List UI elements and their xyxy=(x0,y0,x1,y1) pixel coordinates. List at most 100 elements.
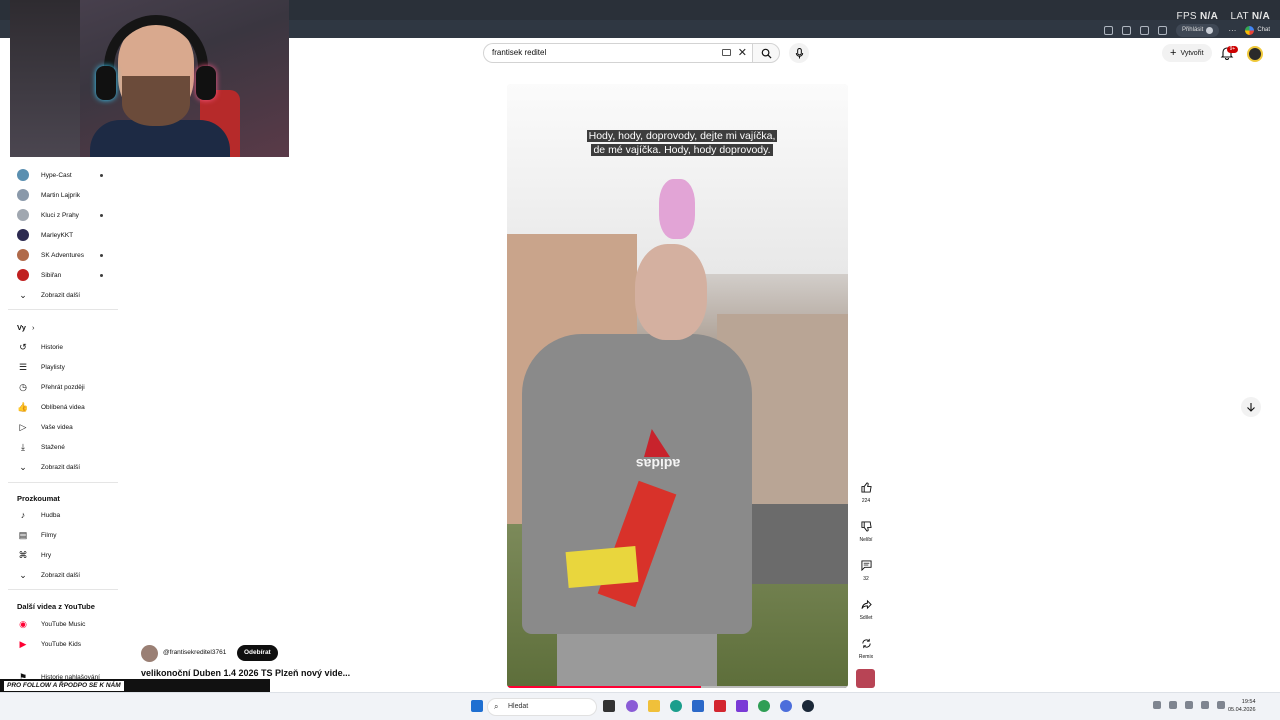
steam-icon[interactable] xyxy=(802,700,814,712)
tray-chevron-icon[interactable] xyxy=(1153,701,1161,709)
video-app-icon[interactable] xyxy=(714,700,726,712)
sidebar-item-youtube-kids[interactable]: ▶ YouTube Kids xyxy=(17,636,117,652)
create-button[interactable]: + Vytvořit xyxy=(1162,44,1212,62)
voice-search-button[interactable] xyxy=(789,43,809,63)
sidebar-item-liked-videos[interactable]: 👍 Oblíbená videa xyxy=(17,399,117,415)
channel-avatar xyxy=(17,269,29,281)
sidebar-item-downloads[interactable]: ⤓ Stažené xyxy=(17,439,117,455)
remix-button[interactable]: Remix xyxy=(855,634,877,660)
taskbar-clock[interactable]: 19:54 05.04.2026 xyxy=(1228,698,1256,714)
clear-search-icon[interactable]: ✕ xyxy=(738,45,747,61)
you-heading-label: Vy xyxy=(17,323,26,332)
edge-browser-icon[interactable] xyxy=(670,700,682,712)
caption-line-2: de mé vajíčka. Hody, hody doprovody. xyxy=(591,144,773,156)
channel-handle[interactable]: @frantisekreditel3761 xyxy=(163,649,226,656)
sidebar-explore-heading: Prozkoumat xyxy=(17,494,60,503)
video-bunny-ears xyxy=(659,179,695,239)
remix-icon xyxy=(855,634,877,652)
profile-icon xyxy=(1206,26,1214,34)
sidebar-item-label: Hudba xyxy=(41,511,61,519)
sidebar-show-more-explore[interactable]: ⌄ Zobrazit další xyxy=(17,567,117,583)
like-count: 224 xyxy=(861,498,871,504)
sidebar-item-label: YouTube Kids xyxy=(41,640,81,648)
sidebar-item-label: Playlisty xyxy=(41,363,65,371)
twitch-icon[interactable] xyxy=(736,700,748,712)
sidebar-item-movies[interactable]: ▤ Filmy xyxy=(17,527,117,543)
comments-button[interactable]: 32 xyxy=(855,556,877,582)
extensions-icon[interactable] xyxy=(1139,25,1149,35)
video-title[interactable]: velikonoční Duben 1.4 2026 TS Plzeň nový… xyxy=(141,668,391,678)
windows-start-icon[interactable] xyxy=(471,700,483,712)
next-short-button[interactable] xyxy=(1241,397,1261,417)
browser-signin-button[interactable]: Přihlásit xyxy=(1175,23,1220,37)
copilot-app-icon[interactable] xyxy=(626,700,638,712)
lat-label: LAT xyxy=(1230,11,1249,22)
search-button[interactable] xyxy=(752,43,780,63)
sidebar-item-youtube-music[interactable]: ◉ YouTube Music xyxy=(17,616,117,632)
like-button[interactable]: 224 xyxy=(855,478,877,504)
remix-label: Remix xyxy=(858,654,874,660)
discord-icon[interactable] xyxy=(780,700,792,712)
clock-time: 19:54 xyxy=(1241,699,1256,705)
music-icon: ♪ xyxy=(20,510,26,520)
tray-app-icon[interactable] xyxy=(1169,701,1177,709)
battery-icon[interactable] xyxy=(1217,701,1225,709)
share-button[interactable]: Sdílet xyxy=(855,595,877,621)
reader-mode-icon[interactable] xyxy=(1103,25,1113,35)
search-input[interactable]: frantisek reditel ✕ xyxy=(483,43,753,63)
sidebar-item-gaming[interactable]: ⌘ Hry xyxy=(17,547,117,563)
wifi-icon[interactable] xyxy=(1185,701,1193,709)
sidebar-you-heading[interactable]: Vy › xyxy=(17,323,35,332)
sidebar-item-watch-later[interactable]: ◷ Přehrát později xyxy=(17,379,117,395)
channel-name: SK Adventures xyxy=(41,251,84,259)
taskbar-search[interactable]: ⌕ Hledat xyxy=(487,698,597,716)
new-content-dot xyxy=(100,173,103,177)
sidebar-item-history[interactable]: ↺ Historie xyxy=(17,339,117,355)
store-icon[interactable] xyxy=(692,700,704,712)
sound-thumbnail[interactable] xyxy=(856,669,875,688)
chat-button[interactable]: Chat xyxy=(1245,25,1270,35)
bookmark-icon[interactable] xyxy=(1121,25,1131,35)
task-view-icon[interactable] xyxy=(603,700,615,712)
sidebar-item-playlists[interactable]: ☰ Playlisty xyxy=(17,359,117,375)
account-avatar[interactable] xyxy=(1247,46,1263,62)
sidebar-channel-marleykkt[interactable]: MarleyKKT xyxy=(17,227,117,243)
search-icon: ⌕ xyxy=(494,702,499,711)
goal-banner: PRO FOLLOW A ŘPODPO SE K NÁM xyxy=(4,681,124,691)
channel-avatar[interactable] xyxy=(141,645,158,662)
new-content-dot xyxy=(100,213,103,217)
sidebar: Hype-Cast Martin Lajprik Kluci z Prahy M… xyxy=(0,157,122,682)
microphone-icon xyxy=(795,47,803,59)
sidebar-channel-sk-adventures[interactable]: SK Adventures xyxy=(17,247,117,263)
keyboard-icon[interactable] xyxy=(722,49,731,56)
webcam-headset-ear-right xyxy=(196,66,216,100)
sidebar-channel-hype-cast[interactable]: Hype-Cast xyxy=(17,167,117,183)
volume-icon[interactable] xyxy=(1201,701,1209,709)
subscribe-button[interactable]: Odebírat xyxy=(237,645,278,661)
more-menu-icon[interactable]: ⋯ xyxy=(1228,26,1236,35)
channel-name: Hype-Cast xyxy=(41,171,72,179)
shirt-logo-text: adidas xyxy=(635,456,681,472)
favorites-icon[interactable] xyxy=(1157,25,1167,35)
sidebar-item-label: Přehrát později xyxy=(41,383,85,391)
sidebar-show-more-channels[interactable]: ⌄ Zobrazit další xyxy=(17,287,117,303)
shorts-video-player[interactable]: adidas Hody, hody, doprovody, dejte mi v… xyxy=(507,84,848,688)
dislike-button[interactable]: Nelíbí xyxy=(855,517,877,543)
playlists-icon: ☰ xyxy=(18,361,28,372)
sidebar-item-music[interactable]: ♪ Hudba xyxy=(17,507,117,523)
sidebar-channel-kluci-z-prahy[interactable]: Kluci z Prahy xyxy=(17,207,117,223)
file-explorer-icon[interactable] xyxy=(648,700,660,712)
channel-name: Sibiřan xyxy=(41,271,62,279)
sidebar-divider xyxy=(8,482,118,483)
screen: FPS N/A LAT N/A Přihlásit ⋯ Chat frantis… xyxy=(0,0,1280,720)
sidebar-item-your-videos[interactable]: ▷ Vaše videa xyxy=(17,419,117,435)
video-progress-bar[interactable] xyxy=(507,686,848,688)
sidebar-show-more-you[interactable]: ⌄ Zobrazit další xyxy=(17,459,117,475)
sidebar-channel-martin-lajprik[interactable]: Martin Lajprik xyxy=(17,187,117,203)
chrome-icon[interactable] xyxy=(758,700,770,712)
fps-label: FPS xyxy=(1176,11,1197,22)
thumbs-down-icon xyxy=(855,517,877,535)
comment-icon xyxy=(855,556,877,574)
caption-line-1: Hody, hody, doprovody, dejte mi vajíčka, xyxy=(586,130,778,142)
sidebar-channel-sibiran[interactable]: Sibiřan xyxy=(17,267,117,283)
